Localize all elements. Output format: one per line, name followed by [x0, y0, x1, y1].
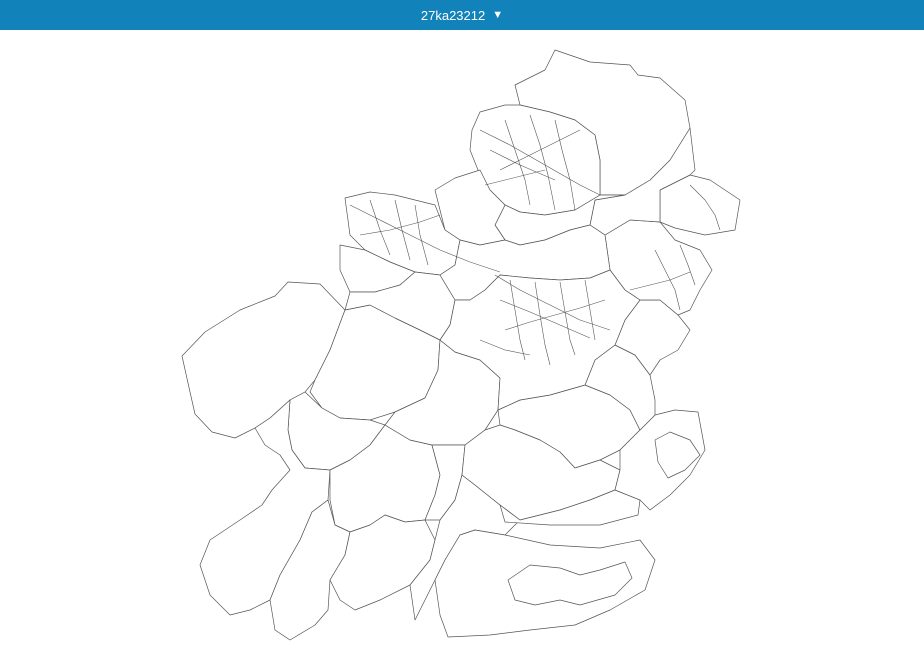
map-canvas[interactable] [0, 30, 924, 660]
area-selector-dropdown[interactable]: 27ka23212 ▼ [0, 0, 924, 30]
district-boundary-map[interactable] [0, 30, 924, 660]
triangle-down-icon: ▼ [492, 8, 504, 21]
area-selector-label: 27ka23212 [420, 7, 486, 23]
